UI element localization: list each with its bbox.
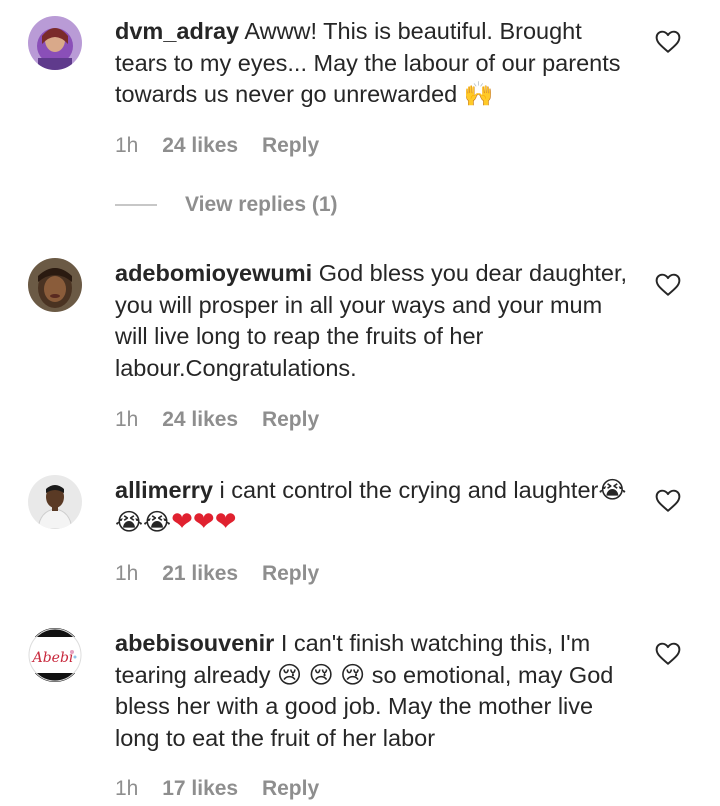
sad-tear-face-icon: 😢 bbox=[308, 660, 334, 689]
comment-body: abebisouvenir I can't finish watching th… bbox=[115, 628, 635, 754]
comment-time: 1h bbox=[115, 134, 139, 157]
heart-outline-icon[interactable] bbox=[655, 642, 681, 666]
sad-tear-face-icon: 😢 bbox=[340, 660, 366, 689]
avatar-image: Abebi bbox=[28, 628, 82, 682]
reply-button[interactable]: Reply bbox=[262, 562, 319, 585]
heart-outline-icon[interactable] bbox=[655, 273, 681, 297]
avatar-image bbox=[28, 258, 82, 312]
comment-likes[interactable]: 21 likes bbox=[162, 562, 238, 585]
avatar[interactable] bbox=[28, 16, 82, 70]
sad-tear-face-icon: 😢 bbox=[277, 660, 303, 689]
raised-hands-icon: 🙌 bbox=[463, 80, 494, 108]
red-heart-icon: ❤ bbox=[214, 506, 237, 537]
view-replies-divider bbox=[115, 204, 157, 206]
comment-likes[interactable]: 17 likes bbox=[162, 777, 238, 800]
comment-likes[interactable]: 24 likes bbox=[162, 134, 238, 157]
reply-button[interactable]: Reply bbox=[262, 134, 319, 157]
avatar[interactable] bbox=[28, 475, 82, 529]
crying-face-icon: 😭 bbox=[143, 507, 172, 536]
comment-username[interactable]: abebisouvenir bbox=[115, 630, 274, 656]
avatar[interactable]: Abebi bbox=[28, 628, 82, 682]
view-replies-button[interactable]: View replies (1) bbox=[115, 190, 338, 220]
avatar-image bbox=[28, 475, 82, 529]
comment-username[interactable]: allimerry bbox=[115, 477, 213, 503]
comment-time: 1h bbox=[115, 562, 139, 585]
red-heart-icon: ❤ bbox=[192, 506, 215, 537]
avatar-logo-text: Abebi bbox=[31, 650, 74, 666]
reply-button[interactable]: Reply bbox=[262, 408, 319, 431]
comment-text: i cant control the crying and laughter bbox=[219, 477, 599, 503]
comment-body: dvm_adray Awww! This is beautiful. Broug… bbox=[115, 16, 635, 111]
comment-likes[interactable]: 24 likes bbox=[162, 408, 238, 431]
reply-button[interactable]: Reply bbox=[262, 777, 319, 800]
crying-face-icon: 😭 bbox=[115, 507, 144, 536]
avatar-image bbox=[28, 16, 82, 70]
red-heart-icon: ❤ bbox=[171, 506, 193, 537]
heart-outline-icon[interactable] bbox=[655, 30, 681, 54]
crying-face-icon: 😭 bbox=[598, 476, 627, 504]
comment-body: adebomioyewumi God bless you dear daught… bbox=[115, 258, 635, 384]
comment-time: 1h bbox=[115, 777, 139, 800]
comment-meta: 1h 21 likes Reply bbox=[115, 562, 337, 586]
comment-username[interactable]: adebomioyewumi bbox=[115, 260, 312, 286]
comment-meta: 1h 24 likes Reply bbox=[115, 408, 337, 432]
view-replies-label: View replies (1) bbox=[185, 193, 338, 216]
heart-outline-icon[interactable] bbox=[655, 489, 681, 513]
comment-body: allimerry i cant control the crying and … bbox=[115, 475, 635, 538]
comment-time: 1h bbox=[115, 408, 139, 431]
comment-meta: 1h 17 likes Reply bbox=[115, 777, 337, 801]
avatar[interactable] bbox=[28, 258, 82, 312]
comment-username[interactable]: dvm_adray bbox=[115, 18, 239, 44]
comment-meta: 1h 24 likes Reply bbox=[115, 134, 337, 158]
